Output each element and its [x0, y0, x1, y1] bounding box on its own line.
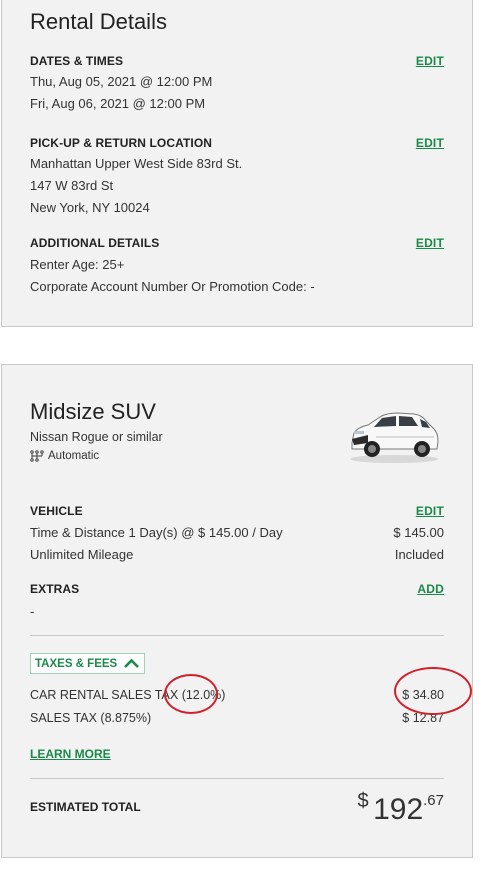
car-rental-tax-label: CAR RENTAL SALES TAX [30, 688, 179, 702]
location-street: 147 W 83rd St [30, 178, 114, 193]
location-name: Manhattan Upper West Side 83rd St. [30, 156, 243, 171]
vehicle-model: Nissan Rogue or similar [30, 430, 163, 444]
time-distance-amount: $ 145.00 [393, 525, 444, 540]
total-whole: 192 [373, 793, 424, 826]
estimated-total-value: $ 192.67 [358, 790, 445, 827]
rental-details-title: Rental Details [30, 9, 167, 34]
vehicle-class-title: Midsize SUV [30, 399, 156, 424]
return-datetime: Fri, Aug 06, 2021 @ 12:00 PM [30, 96, 206, 111]
divider [30, 778, 444, 779]
edit-dates-button[interactable]: EDIT [416, 54, 444, 68]
chevron-up-icon [124, 658, 140, 668]
total-cents: .67 [423, 792, 444, 809]
transmission-row: Automatic [30, 450, 99, 462]
renter-age: Renter Age: 25+ [30, 257, 125, 272]
rental-details-card: Rental Details DATES & TIMES EDIT Thu, A… [1, 0, 473, 327]
total-currency: $ [357, 790, 369, 812]
vehicle-card: Midsize SUV Nissan Rogue or similar Auto… [1, 364, 473, 858]
sales-tax-amount: $ 12.87 [402, 711, 444, 725]
car-rental-tax-row: CAR RENTAL SALES TAX (12.0%) [30, 688, 225, 702]
time-distance-label: Time & Distance 1 Day(s) @ $ 145.00 / Da… [30, 525, 283, 540]
mileage-label: Unlimited Mileage [30, 547, 134, 562]
location-city: New York, NY 10024 [30, 200, 150, 215]
vehicle-heading: VEHICLE [30, 504, 83, 518]
corporate-account: Corporate Account Number Or Promotion Co… [30, 279, 315, 294]
learn-more-link[interactable]: LEARN MORE [30, 747, 111, 761]
estimated-total-label: ESTIMATED TOTAL [30, 800, 141, 814]
taxes-fees-toggle[interactable]: TAXES & FEES [30, 653, 146, 674]
location-heading: PICK-UP & RETURN LOCATION [30, 136, 213, 150]
pickup-datetime: Thu, Aug 05, 2021 @ 12:00 PM [30, 74, 213, 89]
divider [30, 635, 444, 636]
sales-tax-label: SALES TAX (8.875%) [30, 711, 152, 725]
car-image [350, 412, 439, 463]
transmission-label: Automatic [48, 450, 100, 462]
extras-value: - [30, 604, 35, 619]
mileage-amount: Included [394, 547, 444, 562]
edit-location-button[interactable]: EDIT [416, 136, 444, 150]
car-rental-tax-rate: (12.0%) [181, 688, 226, 702]
add-extras-button[interactable]: ADD [417, 582, 444, 596]
additional-details-heading: ADDITIONAL DETAILS [30, 236, 160, 250]
edit-vehicle-button[interactable]: EDIT [416, 504, 444, 518]
extras-heading: EXTRAS [30, 582, 80, 596]
transmission-icon [30, 450, 44, 462]
dates-times-heading: DATES & TIMES [30, 54, 124, 68]
edit-additional-button[interactable]: EDIT [416, 236, 444, 250]
taxes-fees-label: TAXES & FEES [35, 657, 118, 670]
car-rental-tax-amount: $ 34.80 [402, 688, 444, 702]
